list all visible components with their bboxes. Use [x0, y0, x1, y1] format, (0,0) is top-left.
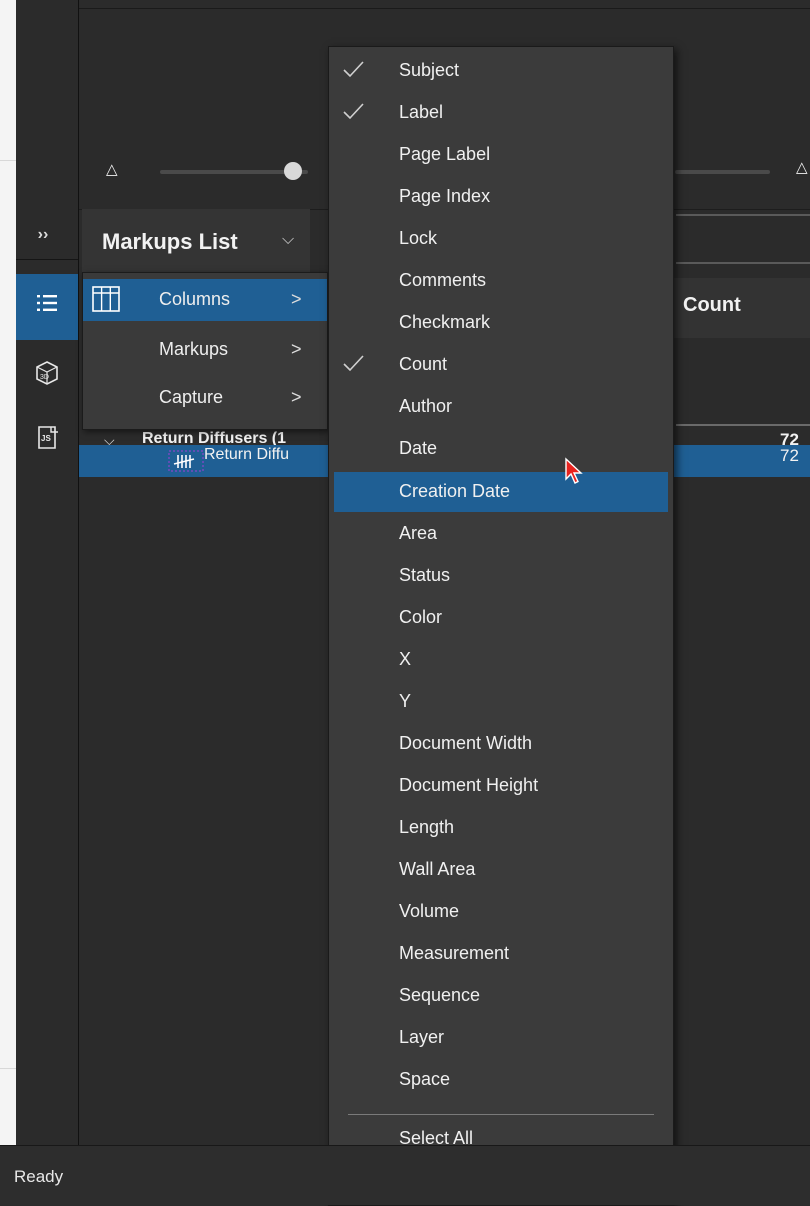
context-menu-label: Capture [159, 387, 224, 407]
menu-item-label: Status [399, 564, 451, 585]
menu-item-label: Date [399, 438, 438, 459]
menu-item-label: Comments [399, 270, 487, 291]
chevron-right-icon: > [291, 289, 302, 309]
icon-rail [16, 0, 79, 1145]
context-menu-label: Columns [159, 289, 231, 309]
menu-item-label: Document Height [399, 774, 539, 795]
menu-item-label: Creation Date [399, 480, 511, 501]
checkmark-icon [341, 351, 367, 375]
top-border [16, 0, 810, 9]
menu-item-label: Layer [399, 1027, 445, 1048]
menu-item-y[interactable]: Y [329, 682, 673, 722]
markups-list-dropdown[interactable]: Markups List ⌵ [82, 209, 310, 273]
column-header-count[interactable]: Count [683, 294, 741, 317]
columns-menu: Subject Label Page Label Page Index Lock Comm… [328, 46, 674, 1206]
status-text: Ready [14, 1167, 64, 1186]
markups-list-icon[interactable] [28, 292, 66, 322]
menu-item-date[interactable]: Date [329, 429, 673, 469]
menu-item-page-label[interactable]: Page Label [329, 135, 673, 175]
menu-item-x[interactable]: X [329, 640, 673, 680]
header-rule [676, 262, 810, 264]
rail-divider [16, 259, 78, 260]
menu-item-label: Sequence [399, 985, 481, 1006]
menu-item-space[interactable]: Space [329, 1060, 673, 1100]
menu-item-sequence[interactable]: Sequence [329, 976, 673, 1016]
mouse-cursor-icon [564, 457, 586, 492]
menu-item-label: Label [399, 102, 444, 123]
menu-item-page-index[interactable]: Page Index [329, 177, 673, 217]
menu-item-label: Length [399, 816, 455, 837]
menu-item-status[interactable]: Status [329, 556, 673, 596]
status-bar [0, 1145, 810, 1205]
menu-item-label: Wall Area [399, 858, 476, 879]
expand-panel-button[interactable]: ›› [28, 226, 58, 256]
chevron-right-icon: > [291, 387, 302, 407]
menu-item-document-width[interactable]: Document Width [329, 724, 673, 764]
zoom-slider-thumb[interactable] [284, 162, 302, 180]
menu-item-length[interactable]: Length [329, 808, 673, 848]
menu-item-color[interactable]: Color [329, 598, 673, 638]
context-menu-label: Markups [159, 339, 229, 359]
count-tally-icon [168, 450, 204, 477]
menu-item-checkmark[interactable]: Checkmark [329, 303, 673, 343]
menu-item-label: Document Width [399, 732, 533, 753]
menu-item-layer[interactable]: Layer [329, 1018, 673, 1058]
menu-item-label: Measurement [399, 943, 510, 964]
menu-item-label: Page Index [399, 186, 491, 207]
menu-separator [348, 1114, 654, 1115]
menu-item-label: Volume [399, 901, 460, 921]
menu-item-label: Space [399, 1069, 451, 1090]
3d-model-icon[interactable]: 3D [28, 360, 66, 390]
chevron-right-icon: > [291, 339, 302, 359]
menu-item-document-height[interactable]: Document Height [329, 766, 673, 806]
header-rule [676, 214, 810, 216]
group-separator [676, 424, 810, 426]
svg-text:JS: JS [41, 434, 51, 443]
menu-item-wall-area[interactable]: Wall Area [329, 850, 673, 890]
checkmark-icon [341, 57, 367, 81]
context-menu-markups[interactable]: Markups > [83, 329, 327, 371]
menu-item-comments[interactable]: Comments [329, 261, 673, 301]
context-menu: Columns > Markups > Capture > [82, 272, 328, 430]
item-row-count: 72 [780, 446, 799, 465]
menu-item-label: X [399, 648, 412, 669]
menu-item-label: Subject [399, 60, 460, 80]
zoom-slider-track-right[interactable] [675, 170, 770, 174]
menu-item-label: Page Label [399, 144, 491, 165]
checkmark-icon [341, 99, 367, 123]
menu-item-label: Checkmark [399, 312, 491, 333]
menu-item-creation-date[interactable]: Creation Date [334, 471, 668, 512]
menu-item-subject[interactable]: Subject [329, 51, 673, 91]
menu-item-label: Lock [399, 228, 438, 249]
javascript-icon[interactable]: JS [28, 424, 66, 454]
menu-item-label: Count [399, 354, 448, 375]
zoom-out-icon[interactable]: △ [106, 160, 118, 178]
menu-item-label: Y [399, 690, 412, 711]
context-menu-columns[interactable]: Columns > [83, 279, 327, 321]
left-edge-strip [0, 0, 16, 1204]
zoom-in-icon[interactable]: △ [796, 158, 808, 176]
menu-item-measurement[interactable]: Measurement [329, 934, 673, 974]
menu-item-area[interactable]: Area [329, 514, 673, 554]
svg-text:3D: 3D [40, 374, 49, 381]
columns-table-icon [91, 285, 121, 318]
menu-item-volume[interactable]: Volume [329, 892, 673, 932]
menu-item-label: Color [399, 606, 443, 627]
menu-item-author[interactable]: Author [329, 387, 673, 427]
menu-item-label: Author [399, 396, 453, 417]
menu-item-lock[interactable]: Lock [329, 219, 673, 259]
divider [0, 160, 16, 161]
divider [0, 1068, 16, 1069]
menu-item-label: Area [399, 522, 438, 543]
panel-title: Markups List [102, 229, 238, 254]
menu-item-label[interactable]: Label [329, 93, 673, 133]
chevron-down-icon: ⌵ [282, 231, 295, 248]
menu-item-count[interactable]: Count [329, 345, 673, 385]
context-menu-capture[interactable]: Capture > [83, 377, 327, 419]
